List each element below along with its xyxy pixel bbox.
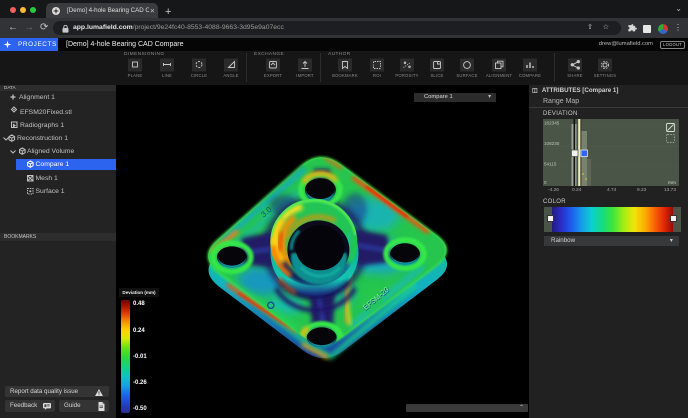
svg-text:0: 0	[544, 180, 547, 185]
svg-text:162345: 162345	[544, 121, 560, 126]
svg-text:108230: 108230	[544, 141, 560, 146]
svg-text:54115: 54115	[544, 162, 557, 167]
svg-text:mm: mm	[668, 181, 676, 186]
